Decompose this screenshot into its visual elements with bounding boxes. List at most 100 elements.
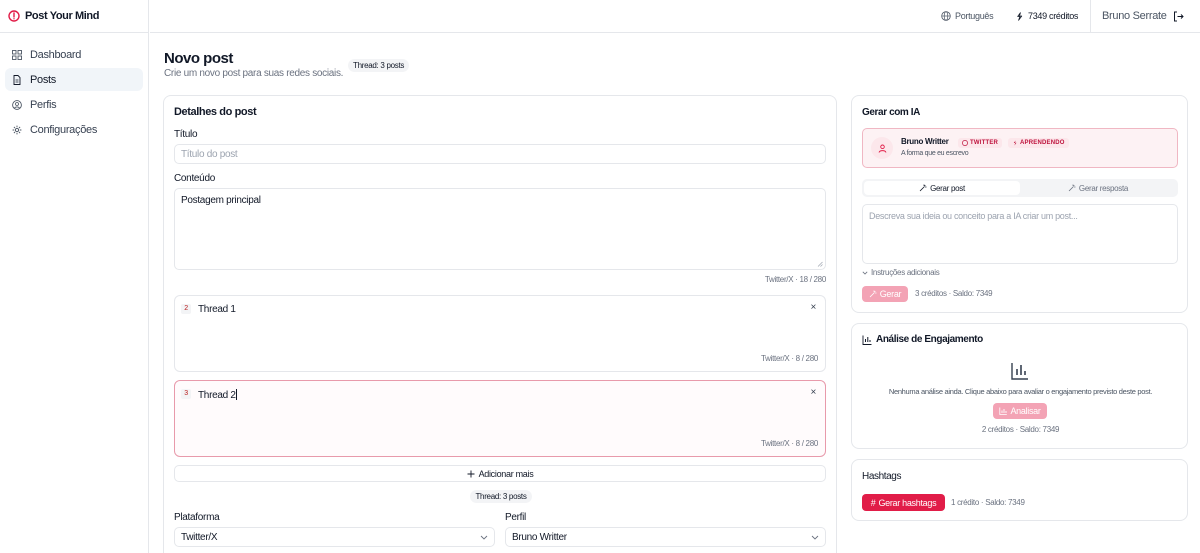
sidebar-item-perfis[interactable]: Perfis	[5, 93, 143, 116]
topbar: Português 7349 créditos Bruno Serrate	[150, 0, 1200, 33]
bar-chart-icon	[862, 335, 872, 345]
platform-label: Plataforma	[174, 512, 220, 523]
magic-wand-icon	[1068, 184, 1076, 192]
analyze-cost: 2 créditos · Saldo: 7349	[981, 425, 1060, 434]
generate-hashtags-button[interactable]: # Gerar hashtags	[862, 494, 945, 511]
globe-icon	[962, 140, 968, 146]
ai-profile-box[interactable]: Bruno Writter TWITTER APRENDENDO A forma…	[862, 128, 1178, 168]
logout-icon[interactable]	[1173, 11, 1184, 22]
user-icon	[878, 144, 886, 153]
bar-chart-icon	[999, 407, 1008, 415]
content-value: Postagem principal	[181, 195, 261, 206]
sidebar-item-label: Configurações	[30, 123, 98, 136]
ai-tabs: Gerar post Gerar resposta	[862, 179, 1178, 197]
thread-text-input[interactable]: Thread 1	[198, 304, 236, 315]
credits-indicator[interactable]: 7349 créditos	[1015, 11, 1078, 21]
title-placeholder: Título do post	[181, 148, 238, 160]
close-icon[interactable]: ×	[810, 387, 816, 398]
thread-number: 2	[181, 304, 191, 314]
thread-number: 3	[181, 389, 191, 399]
thread-text: Thread 2	[198, 390, 236, 401]
content-label: Conteúdo	[174, 173, 215, 184]
language-label: Português	[955, 11, 994, 21]
thread-count-pill: Thread: 3 posts	[348, 59, 410, 72]
content-counter: Twitter/X · 18 / 280	[764, 275, 826, 284]
title-label: Título	[174, 129, 198, 140]
logo-icon	[8, 10, 20, 22]
thread-item: 2 Thread 1 × Twitter/X · 8 / 280	[174, 295, 826, 372]
post-details-card: Detalhes do post Título Título do post C…	[163, 95, 837, 553]
tab-gerar-resposta[interactable]: Gerar resposta	[1020, 181, 1176, 195]
chevron-down-icon	[480, 535, 488, 540]
platform-select[interactable]: Twitter/X	[174, 527, 495, 547]
document-icon	[13, 74, 21, 85]
page-subtitle: Crie um novo post para suas redes sociai…	[164, 68, 344, 79]
sidebar-item-label: Posts	[30, 73, 57, 86]
hashtags-cost: 1 crédito · Saldo: 7349	[951, 498, 1025, 507]
engagement-empty-text: Nenhuma análise ainda. Clique abaixo par…	[888, 387, 1153, 396]
magic-wand-icon	[869, 290, 877, 298]
thread-item: 3 Thread 2 × Twitter/X · 8 / 280	[174, 380, 826, 457]
chevron-down-icon	[811, 535, 819, 540]
text-cursor	[235, 389, 237, 400]
analyze-button[interactable]: Analisar	[993, 403, 1047, 419]
sidebar-item-dashboard[interactable]: Dashboard	[5, 43, 143, 66]
magic-wand-icon	[919, 184, 927, 192]
ai-generate-card: Gerar com IA Bruno Writter TWITTER APREN…	[851, 95, 1188, 313]
engagement-title-row: Análise de Engajamento	[862, 334, 983, 345]
thread-text-input[interactable]: Thread 2	[198, 389, 237, 401]
hash-icon: #	[870, 497, 876, 508]
close-icon[interactable]: ×	[810, 302, 816, 313]
bar-chart-icon	[1011, 363, 1028, 380]
ai-profile-name: Bruno Writter	[901, 137, 949, 146]
sparkle-icon	[1013, 140, 1017, 146]
title-input[interactable]: Título do post	[174, 144, 826, 164]
plus-icon	[467, 470, 475, 477]
thread-counter: Twitter/X · 8 / 280	[761, 354, 818, 363]
language-selector[interactable]: Português	[941, 11, 994, 21]
add-more-label: Adicionar mais	[478, 468, 534, 479]
sparkle-icon	[1017, 11, 1023, 21]
ai-card-title: Gerar com IA	[862, 107, 921, 118]
resize-handle-icon[interactable]	[817, 261, 823, 267]
brand[interactable]: Post Your Mind	[0, 0, 148, 33]
sidebar: Post Your Mind Dashboard Posts Perfis Co…	[0, 0, 149, 553]
page-title: Novo post	[164, 50, 233, 67]
badge-learning: APRENDENDO	[1008, 138, 1069, 148]
hashtags-card: Hashtags # Gerar hashtags 1 crédito · Sa…	[851, 459, 1188, 521]
credits-label: 7349 créditos	[1028, 11, 1079, 21]
add-more-button[interactable]: Adicionar mais	[174, 465, 826, 482]
thread-counter: Twitter/X · 8 / 280	[761, 439, 818, 448]
sidebar-nav: Dashboard Posts Perfis Configurações	[0, 33, 148, 153]
topbar-divider	[1090, 0, 1091, 33]
content-textarea[interactable]: Postagem principal	[174, 188, 826, 270]
hashtags-title: Hashtags	[862, 471, 902, 482]
user-circle-icon	[12, 99, 22, 110]
details-title: Detalhes do post	[174, 106, 257, 118]
generate-button[interactable]: Gerar	[862, 286, 908, 302]
globe-icon	[941, 11, 951, 21]
sidebar-item-posts[interactable]: Posts	[5, 68, 143, 91]
additional-instructions-toggle[interactable]: Instruções adicionais	[862, 268, 940, 277]
brand-name: Post Your Mind	[25, 10, 100, 22]
sidebar-item-label: Dashboard	[30, 48, 82, 61]
profile-value: Bruno Writter	[512, 531, 567, 543]
thread-summary-pill: Thread: 3 posts	[164, 490, 838, 503]
tab-gerar-post[interactable]: Gerar post	[864, 181, 1020, 195]
chevron-down-icon	[862, 271, 868, 275]
user-name[interactable]: Bruno Serrate	[1102, 10, 1167, 22]
sidebar-item-configuracoes[interactable]: Configurações	[5, 118, 143, 141]
platform-value: Twitter/X	[181, 531, 218, 543]
main-content: Novo post Crie um novo post para suas re…	[150, 34, 1200, 553]
grid-icon	[12, 49, 22, 60]
avatar	[871, 137, 893, 159]
generate-cost: 3 créditos · Saldo: 7349	[915, 289, 993, 298]
profile-label: Perfil	[505, 512, 526, 523]
ai-prompt-placeholder: Descreva sua ideia ou conceito para a IA…	[869, 211, 1078, 221]
ai-prompt-input[interactable]: Descreva sua ideia ou conceito para a IA…	[862, 204, 1178, 264]
ai-profile-desc: A forma que eu escrevo	[901, 150, 969, 157]
engagement-card: Análise de Engajamento Nenhuma análise a…	[851, 323, 1188, 449]
gear-icon	[12, 125, 22, 134]
badge-twitter: TWITTER	[958, 138, 1003, 148]
profile-select[interactable]: Bruno Writter	[505, 527, 826, 547]
